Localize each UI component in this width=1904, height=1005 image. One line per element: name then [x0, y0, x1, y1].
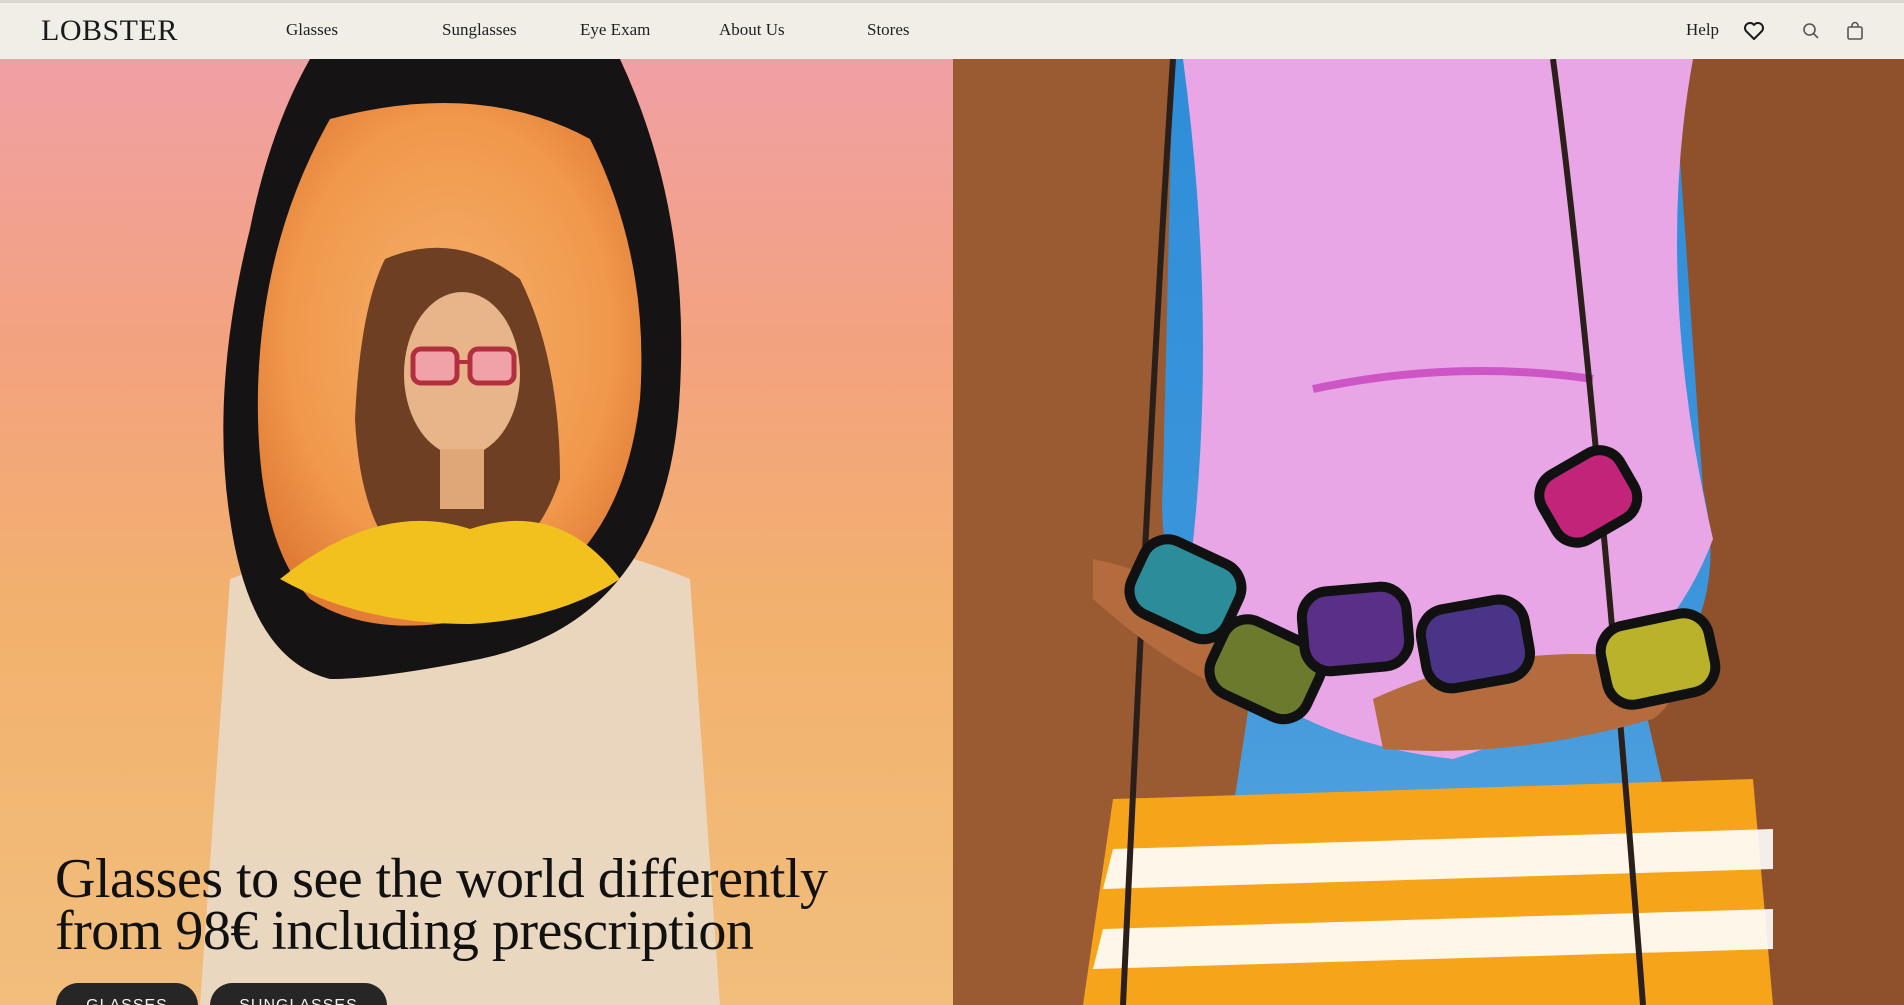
hero-right-panel	[953, 59, 1904, 1005]
nav-link-sunglasses[interactable]: Sunglasses	[442, 20, 517, 40]
nav-link-stores[interactable]: Stores	[867, 20, 910, 40]
help-link[interactable]: Help	[1686, 20, 1719, 40]
nav-link-glasses[interactable]: Glasses	[286, 20, 338, 40]
hero-left-panel: Glasses to see the world differently fro…	[0, 59, 953, 1005]
heart-icon[interactable]	[1742, 19, 1766, 43]
brand-logo[interactable]: LOBSTER	[41, 14, 178, 48]
hero-right-image	[953, 59, 1904, 1005]
hero-headline: Glasses to see the world differently fro…	[55, 851, 828, 959]
search-icon[interactable]	[1799, 19, 1823, 43]
nav-link-about-us[interactable]: About Us	[719, 20, 785, 40]
top-navigation-bar: LOBSTER Glasses Sunglasses Eye Exam Abou…	[0, 0, 1904, 59]
shopping-bag-icon[interactable]	[1843, 19, 1867, 43]
shop-glasses-button[interactable]: GLASSES	[56, 983, 198, 1005]
headline-line-2: from 98€ including prescription	[55, 900, 754, 962]
shop-sunglasses-button[interactable]: SUNGLASSES	[210, 983, 387, 1005]
nav-link-eye-exam[interactable]: Eye Exam	[580, 20, 650, 40]
